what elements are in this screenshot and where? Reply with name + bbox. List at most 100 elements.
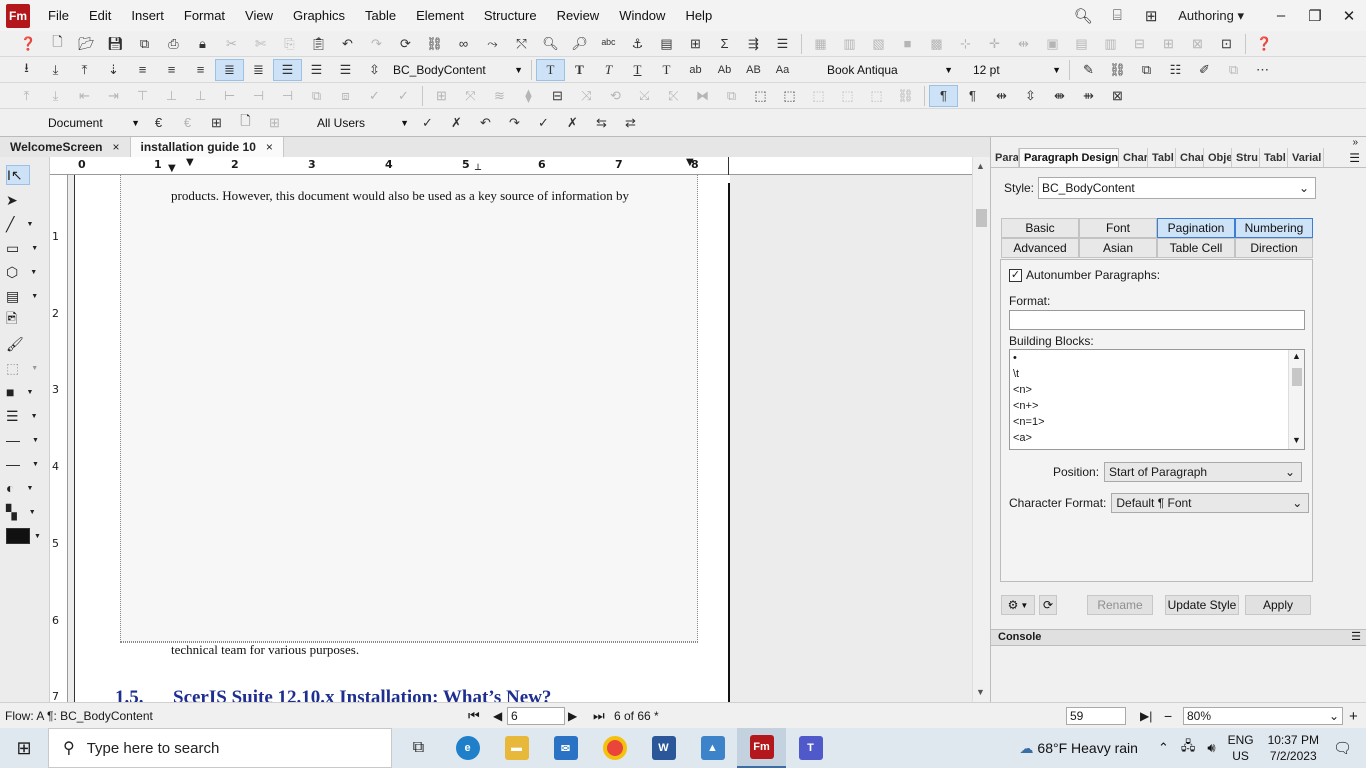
scroll-thumb[interactable]	[1292, 368, 1302, 386]
table-delete-icon[interactable]: ▧	[864, 33, 893, 55]
table-rows-icon[interactable]: ▤	[1067, 33, 1096, 55]
polygon-tool-icon[interactable]: ⬡ ▼	[6, 262, 42, 282]
line-width-icon[interactable]: ☰ ▼	[6, 406, 42, 426]
object-left-icon[interactable]: ⇤	[70, 85, 99, 107]
show-changes-icon[interactable]: ⇆	[587, 112, 616, 134]
autonumber-checkbox[interactable]: ✓	[1009, 268, 1022, 282]
console-menu-icon[interactable]: ☰	[1351, 630, 1361, 645]
track-alt-icon[interactable]: €	[173, 112, 202, 134]
help-question-icon[interactable]: ❓	[1250, 33, 1279, 55]
text-frame[interactable]	[120, 175, 698, 642]
stack-icon[interactable]: ⧫	[514, 85, 543, 107]
page-icon[interactable]: 🗋	[231, 112, 260, 134]
restore-button[interactable]: ❐	[1298, 7, 1332, 25]
framemaker-app[interactable]: Fm	[737, 728, 786, 768]
panel-menu-icon[interactable]: ☰	[1349, 151, 1360, 165]
next-change-icon[interactable]: ↷	[500, 112, 529, 134]
table-icon[interactable]: ⊞	[681, 33, 710, 55]
frame-fit-icon[interactable]: ⬚	[775, 85, 804, 107]
frame-select-icon[interactable]: ⬚	[746, 85, 775, 107]
network-icon[interactable]: 🖧︎	[1181, 737, 1196, 759]
teams-app[interactable]: T	[786, 728, 835, 768]
check-icon[interactable]: ✓	[360, 85, 389, 107]
table-merge-icon[interactable]: ▩	[922, 33, 951, 55]
text-default-icon[interactable]: T	[536, 58, 565, 81]
help-icon[interactable]: ❓	[14, 33, 43, 55]
task-view-button[interactable]: ⧉	[394, 728, 443, 768]
save-icon[interactable]: 💾︎	[101, 33, 130, 55]
building-blocks-list[interactable]: • \t <n> <n+> <n=1> <a> ▲ ▼	[1009, 349, 1305, 450]
line-center-icon[interactable]: ☰	[302, 59, 331, 81]
tab-direction[interactable]: Direction	[1235, 238, 1313, 258]
table-cols-icon[interactable]: ▥	[1096, 33, 1125, 55]
frame-import-icon[interactable]: ⧉	[1132, 59, 1161, 81]
align-top-icon[interactable]: ⊤	[128, 85, 157, 107]
hide-changes-icon[interactable]: ⇄	[616, 112, 645, 134]
align-left-icon[interactable]: ≡	[128, 59, 157, 81]
accept-all-icon[interactable]: ✓	[529, 112, 558, 134]
redo-icon[interactable]: ↷	[362, 33, 391, 55]
distribute-icon[interactable]: ⊟	[543, 85, 572, 107]
tab-stru[interactable]: Stru	[1232, 148, 1260, 167]
settings-menu-button[interactable]: ⚙ ▼	[1001, 595, 1035, 615]
superscript-icon[interactable]: T	[652, 59, 681, 81]
open-folder-icon[interactable]: 📂︎	[72, 33, 101, 55]
tab-para[interactable]: Para	[991, 148, 1019, 167]
paragraph-style-select[interactable]: BC_BodyContent ▼	[389, 60, 527, 80]
frame-link-icon[interactable]: ⛓	[891, 85, 920, 107]
zoom-out-icon[interactable]: −	[1164, 703, 1172, 729]
tab-advanced[interactable]: Advanced	[1001, 238, 1079, 258]
last-page-icon[interactable]: ⏭	[593, 703, 605, 729]
menu-graphics[interactable]: Graphics	[283, 0, 355, 31]
notifications-icon[interactable]: 🗨︎	[1333, 739, 1352, 757]
panel-layout-icon[interactable]: ⌸	[1106, 5, 1128, 27]
menu-format[interactable]: Format	[174, 0, 235, 31]
list-item[interactable]: <n+>	[1010, 398, 1304, 414]
overprint-icon[interactable]: ▚ ▼	[6, 502, 42, 522]
format-field[interactable]	[1009, 310, 1305, 330]
anchor-icon[interactable]: ⚓︎	[623, 33, 652, 55]
insert-row-icon[interactable]: ⇳	[1016, 85, 1045, 107]
table-unstraddle-icon[interactable]: ⊠	[1183, 33, 1212, 55]
zoom-in-icon[interactable]: +	[1349, 703, 1358, 729]
list-item[interactable]: •	[1010, 350, 1304, 366]
link-icon[interactable]: ⛓	[420, 33, 449, 55]
page-number-input[interactable]: 6	[507, 707, 565, 725]
page-disabled-icon[interactable]: ⊞	[260, 112, 289, 134]
scroll-down-icon[interactable]: ▼	[976, 687, 985, 697]
align-obj-right-icon[interactable]: ⊣	[273, 85, 302, 107]
tint-icon[interactable]: ◐ ▼	[6, 478, 42, 498]
sigma-icon[interactable]: Σ	[710, 33, 739, 55]
object-up-icon[interactable]: ⤒	[12, 85, 41, 107]
list-icon[interactable]: ☷	[1161, 59, 1190, 81]
line-style-icon[interactable]: — ▼	[6, 430, 42, 450]
table-move-icon[interactable]: ✛	[980, 33, 1009, 55]
table-align-icon[interactable]: ⊟	[1125, 33, 1154, 55]
table-resize-icon[interactable]: ⇹	[1009, 33, 1038, 55]
mail-app[interactable]: ✉	[541, 728, 590, 768]
smallcaps-icon[interactable]: Aa	[768, 59, 797, 81]
copy-icon[interactable]: ⎘	[275, 33, 304, 55]
scale-icon[interactable]: ⤪	[659, 85, 688, 107]
tab-paragraph-designer[interactable]: Paragraph Designer	[1019, 148, 1119, 167]
tab-tabl[interactable]: Tabl	[1148, 148, 1176, 167]
repeat-icon[interactable]: ⟳	[391, 33, 420, 55]
paint-tool-icon[interactable]: 🖌︎	[6, 334, 42, 354]
scroll-up-icon[interactable]: ▲	[1292, 351, 1301, 361]
position-select[interactable]: Start of Paragraph ⌄	[1104, 462, 1303, 482]
menu-window[interactable]: Window	[609, 0, 675, 31]
align-obj-left-icon[interactable]: ⊢	[215, 85, 244, 107]
align-justify-icon[interactable]: ≣	[215, 58, 244, 81]
section-heading[interactable]: 1.5. ScerIS Suite 12.10.x Installation: W…	[115, 687, 551, 702]
object-right-icon[interactable]: ⇥	[99, 85, 128, 107]
audience-select[interactable]: All Users ▼	[313, 113, 413, 133]
align-right-icon[interactable]: ≡	[186, 59, 215, 81]
clock[interactable]: 10:37 PM 7/2/2023	[1268, 732, 1319, 764]
minimize-button[interactable]: –	[1264, 7, 1298, 24]
pencil-icon[interactable]: ✐	[1190, 59, 1219, 81]
rectangle-tool-icon[interactable]: ▭ ▼	[6, 238, 42, 258]
undo-icon[interactable]: ↶	[333, 33, 362, 55]
table-straddle-icon[interactable]: ▣	[1038, 33, 1067, 55]
move-icon[interactable]: ⤧	[456, 85, 485, 107]
frame-edit-icon[interactable]: ⬚	[804, 85, 833, 107]
